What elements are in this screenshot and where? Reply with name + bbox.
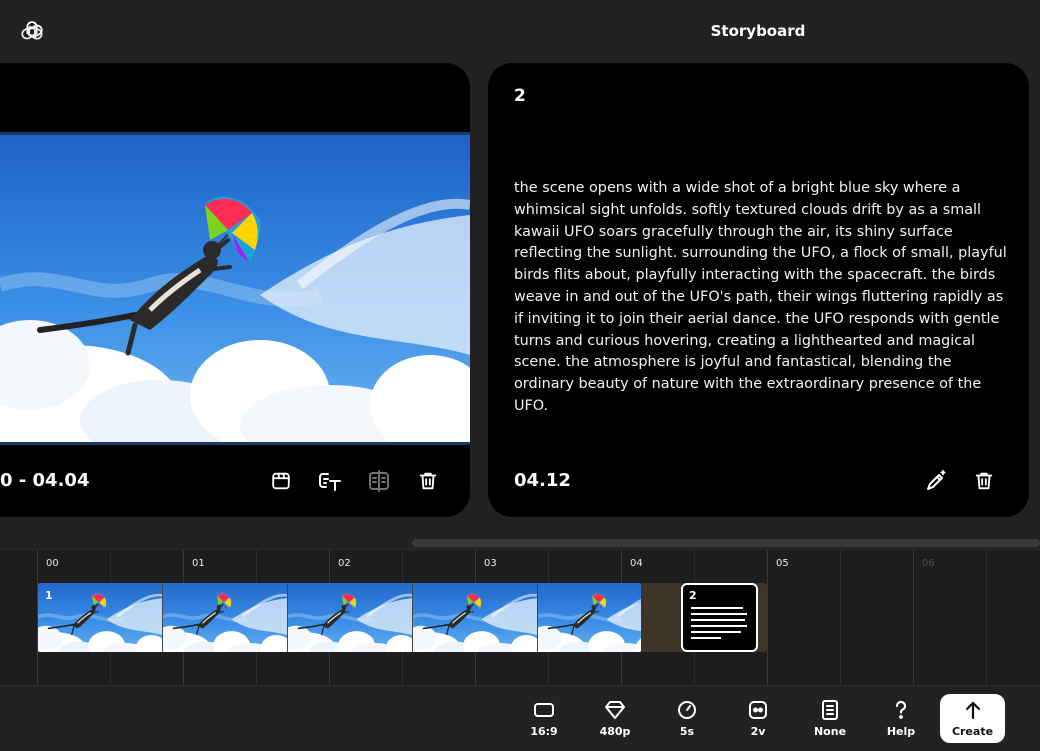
timeline-clip-2[interactable]: 2 [681,583,758,652]
text-line [691,607,743,609]
timeline-label: 01 [192,558,205,569]
help-icon [895,700,907,719]
clip-frame [538,583,641,652]
openai-logo-icon[interactable] [18,18,46,46]
page-title: Storyboard [710,22,806,40]
create-button[interactable]: Create [940,694,1005,743]
clip-1-number: 1 [45,589,53,602]
clip-frame [288,583,413,652]
edit-text-icon[interactable] [317,468,343,494]
scene-1-image [0,132,470,445]
scene-2-number: 2 [514,86,526,106]
timeline-label: 03 [484,558,497,569]
trash-icon[interactable] [971,468,997,494]
timeline-tick [767,550,768,686]
clip-frame [38,583,163,652]
aspect-ratio-icon [534,703,554,717]
timeline-tick [840,550,841,686]
timeline-clip-1[interactable] [38,583,641,652]
preset-icon [822,700,838,720]
compare-icon[interactable] [366,468,392,494]
diamond-icon [605,701,625,719]
variations-button[interactable]: 2v [733,697,783,743]
text-line [691,613,747,615]
preset-button[interactable]: None [805,697,855,743]
text-line [691,637,721,639]
magic-pen-icon[interactable] [923,468,949,494]
timeline-tick [986,550,987,686]
timeline-label: 02 [338,558,351,569]
timeline-label: 04 [630,558,643,569]
arrow-up-icon [965,701,980,720]
variations-icon [749,701,767,719]
storyboard-card-icon[interactable] [268,468,294,494]
timeline-tick [913,550,914,686]
toolbar-divider [0,685,1040,686]
clip-2-number: 2 [689,589,697,602]
scene-2-time: 04.12 [514,470,571,491]
scene-1-time-range: 0 - 04.04 [0,470,90,491]
clock-icon [678,701,696,719]
timeline-label: 06 [922,558,935,569]
duration-button[interactable]: 5s [662,697,712,743]
timeline-label: 00 [46,558,59,569]
text-line [691,625,747,627]
text-line [691,631,741,633]
aspect-ratio-button[interactable]: 16:9 [519,697,569,743]
clip-frame [413,583,538,652]
trash-icon[interactable] [415,468,441,494]
timeline-label: 05 [776,558,789,569]
resolution-button[interactable]: 480p [590,697,640,743]
scene-2-actions [923,468,997,494]
clip-frame [163,583,288,652]
help-button[interactable]: Help [876,697,926,743]
text-line [691,619,745,621]
horizontal-scrollbar[interactable] [412,539,1040,547]
scene-1-actions [268,468,441,494]
scene-2-prompt[interactable]: the scene opens with a wide shot of a br… [514,178,1009,418]
